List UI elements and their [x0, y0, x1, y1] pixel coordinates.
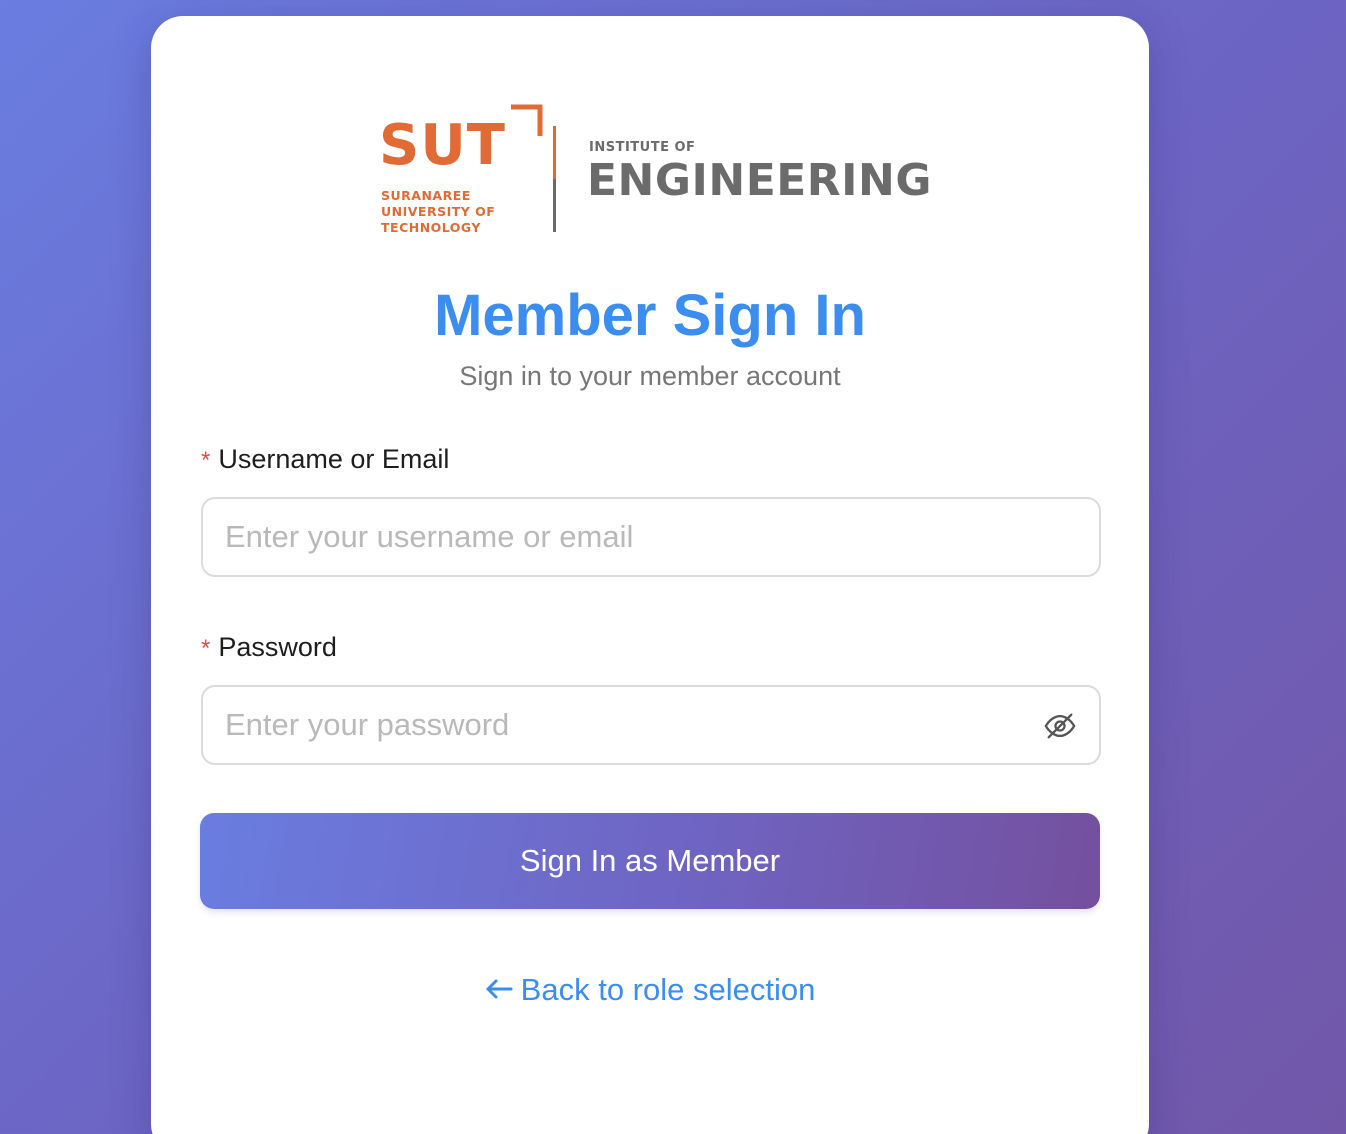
sut-engineering-logo: SUT SURANAREE UNIVERSITY OF TECHNOLOGY I…	[379, 104, 932, 236]
password-label: * Password	[201, 629, 337, 667]
eye-off-icon[interactable]	[1043, 709, 1077, 743]
login-card: SUT SURANAREE UNIVERSITY OF TECHNOLOGY I…	[151, 16, 1149, 1134]
username-input[interactable]	[203, 499, 1025, 575]
arrow-left-icon	[486, 979, 513, 999]
back-to-role-selection-link[interactable]: Back to role selection	[151, 968, 1149, 1012]
logo-divider	[553, 126, 556, 232]
required-asterisk: *	[201, 447, 211, 474]
page-subtitle: Sign in to your member account	[459, 361, 841, 391]
page-title: Member Sign In	[434, 283, 866, 348]
username-field-wrapper[interactable]	[201, 497, 1101, 577]
logo-corner-bracket-icon	[511, 104, 543, 136]
logo-university-line: UNIVERSITY OF	[381, 204, 496, 219]
logo-university-line: TECHNOLOGY	[381, 220, 481, 235]
username-label: * Username or Email	[201, 441, 449, 479]
logo-institute-label: INSTITUTE OF	[589, 140, 696, 155]
logo-faculty-name: ENGINEERING	[587, 155, 932, 206]
sign-in-button[interactable]: Sign In as Member	[200, 813, 1100, 909]
back-link-label[interactable]: Back to role selection	[521, 972, 816, 1007]
password-field-wrapper[interactable]	[201, 685, 1101, 765]
password-label-text: Password	[218, 632, 337, 662]
password-input[interactable]	[203, 687, 1025, 763]
logo-sut-mark: SUT	[379, 113, 507, 178]
username-label-text: Username or Email	[218, 444, 450, 474]
logo-university-name: SURANAREE UNIVERSITY OF TECHNOLOGY	[381, 188, 521, 236]
required-asterisk: *	[201, 635, 211, 662]
logo-university-line: SURANAREE	[381, 188, 471, 203]
